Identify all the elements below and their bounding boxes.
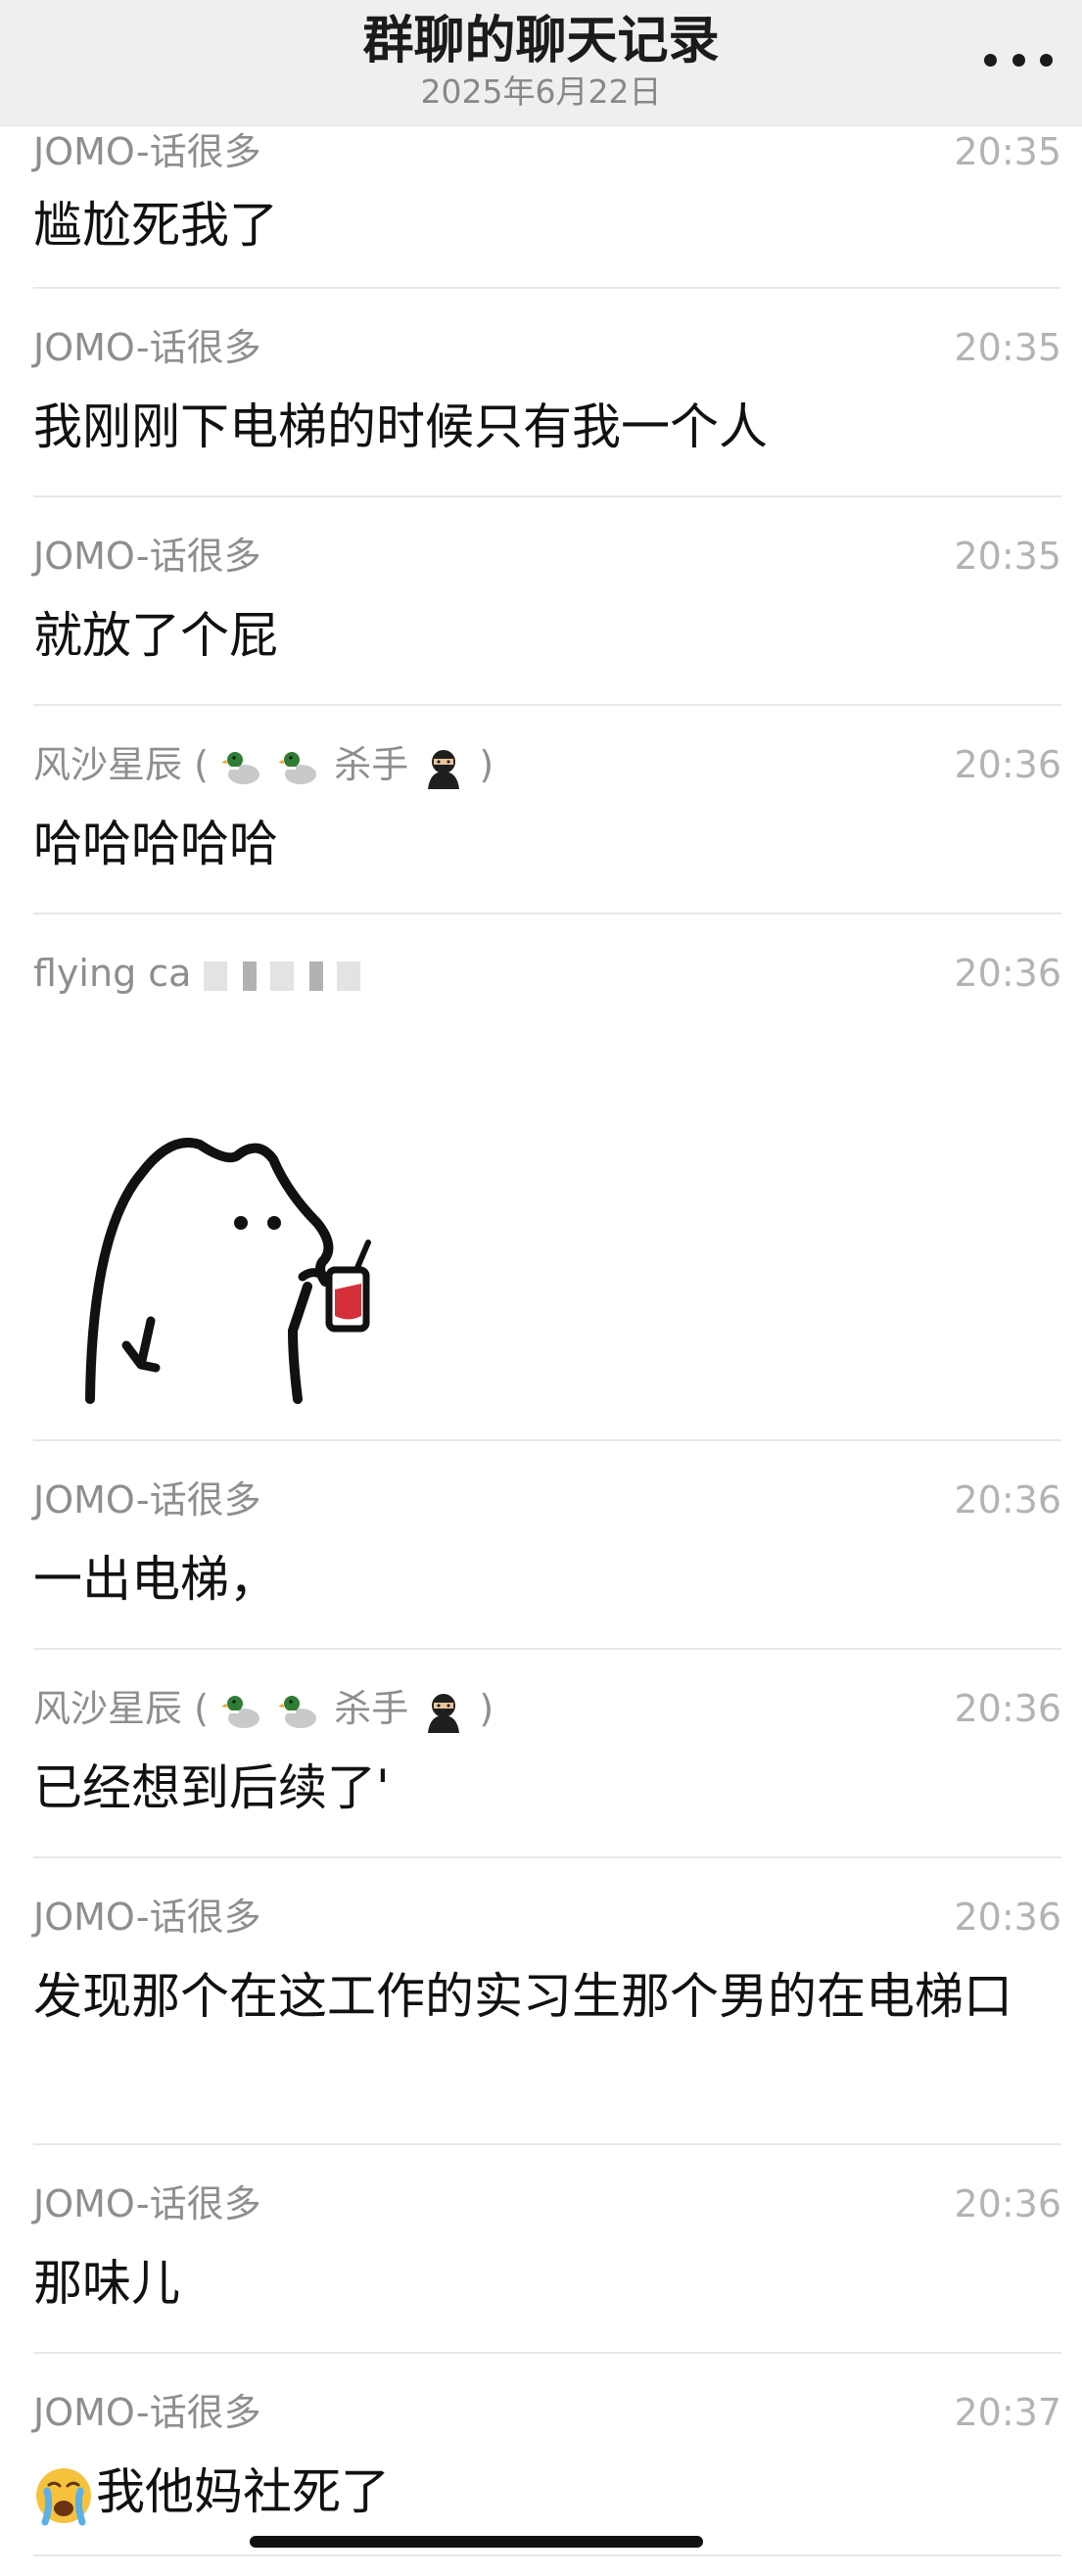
message-text: 一出电梯，	[33, 1551, 278, 1608]
more-dot	[1040, 53, 1053, 67]
more-dot	[1011, 53, 1025, 67]
sender-name-tail: 杀手	[334, 743, 409, 786]
message-time: 20:36	[954, 1687, 1061, 1730]
chat-message[interactable]: 风沙星辰 ( 杀手 )	[33, 740, 1061, 914]
duck-icon	[222, 751, 259, 784]
nav-header: 群聊的聊天记录 2025年6月22日	[0, 0, 1082, 126]
chat-message[interactable]: flying ca 20:36	[33, 949, 1061, 1441]
sender-name: flying ca	[33, 949, 370, 998]
message-time: 20:36	[954, 952, 1061, 995]
message-time: 20:36	[954, 743, 1061, 786]
ninja-icon	[428, 749, 460, 789]
message-text: 就放了个屁	[33, 607, 278, 664]
sender-name: JOMO-话很多	[33, 2391, 261, 2434]
sender-name: 风沙星辰 ( 杀手 )	[33, 1684, 494, 1733]
chat-message[interactable]: 风沙星辰 ( 杀手 )	[33, 1684, 1061, 1858]
message-time: 20:37	[954, 2391, 1061, 2434]
sender-name: JOMO-话很多	[33, 130, 261, 173]
more-dot	[984, 53, 997, 67]
sender-name: 风沙星辰 ( 杀手 )	[33, 740, 494, 789]
message-time: 20:35	[954, 130, 1061, 173]
duck-icon	[279, 1695, 317, 1728]
chat-message[interactable]: JOMO-话很多 20:36 发现那个在这工作的实习生那个男的在电梯口	[33, 1893, 1061, 2145]
chat-message[interactable]: JOMO-话很多 20:36 那味儿	[33, 2179, 1061, 2354]
sender-name-text: flying ca	[33, 952, 192, 995]
message-time: 20:35	[954, 535, 1061, 578]
message-time: 20:35	[954, 326, 1061, 369]
message-time: 20:36	[954, 2182, 1061, 2225]
chat-date: 2025年6月22日	[420, 72, 662, 111]
home-indicator[interactable]	[250, 2536, 703, 2548]
sender-name: JOMO-话很多	[33, 1896, 261, 1939]
sender-name-close: )	[479, 743, 494, 786]
message-text: 发现那个在这工作的实习生那个男的在电梯口	[33, 1968, 1012, 2025]
sender-name-text: 风沙星辰 (	[33, 743, 209, 786]
message-text: 尴尬死我了	[33, 197, 278, 254]
sender-name: JOMO-话很多	[33, 535, 261, 578]
crying-face-icon	[36, 2467, 91, 2525]
sender-name-text: 风沙星辰 (	[33, 1687, 209, 1730]
message-text: 已经想到后续了'	[33, 1759, 390, 1816]
message-text-content: 我他妈社死了	[96, 2463, 390, 2520]
message-text: 我刚刚下电梯的时候只有我一个人	[33, 398, 768, 455]
message-text: 哈哈哈哈哈	[33, 816, 278, 872]
sender-name: JOMO-话很多	[33, 326, 261, 369]
sender-name-tail: 杀手	[334, 1687, 409, 1730]
sender-name: JOMO-话很多	[33, 2182, 261, 2225]
sender-name: JOMO-话很多	[33, 1478, 261, 1522]
chat-message[interactable]: JOMO-话很多 20:36 一出电梯，	[33, 1475, 1061, 1650]
more-options-icon[interactable]	[984, 35, 1053, 84]
redacted-name	[203, 960, 370, 991]
chat-message[interactable]: JOMO-话很多 20:35 我刚刚下电梯的时候只有我一个人	[33, 323, 1061, 497]
duck-icon	[279, 751, 317, 784]
ninja-icon	[428, 1693, 460, 1733]
duck-icon	[222, 1695, 259, 1728]
page-title: 群聊的聊天记录	[362, 12, 720, 70]
chat-message[interactable]: JOMO-话很多 20:35 尴尬死我了	[33, 127, 1061, 289]
bear-drinking-sticker[interactable]	[72, 1115, 425, 1409]
chat-message[interactable]: JOMO-话很多 20:37 我他妈社死了	[33, 2388, 1061, 2556]
message-text: 那味儿	[33, 2255, 180, 2312]
message-time: 20:36	[954, 1896, 1061, 1939]
message-time: 20:36	[954, 1478, 1061, 1522]
chat-message[interactable]: JOMO-话很多 20:35 就放了个屁	[33, 532, 1061, 706]
sender-name-close: )	[479, 1687, 494, 1730]
message-text: 我他妈社死了	[33, 2453, 1032, 2531]
